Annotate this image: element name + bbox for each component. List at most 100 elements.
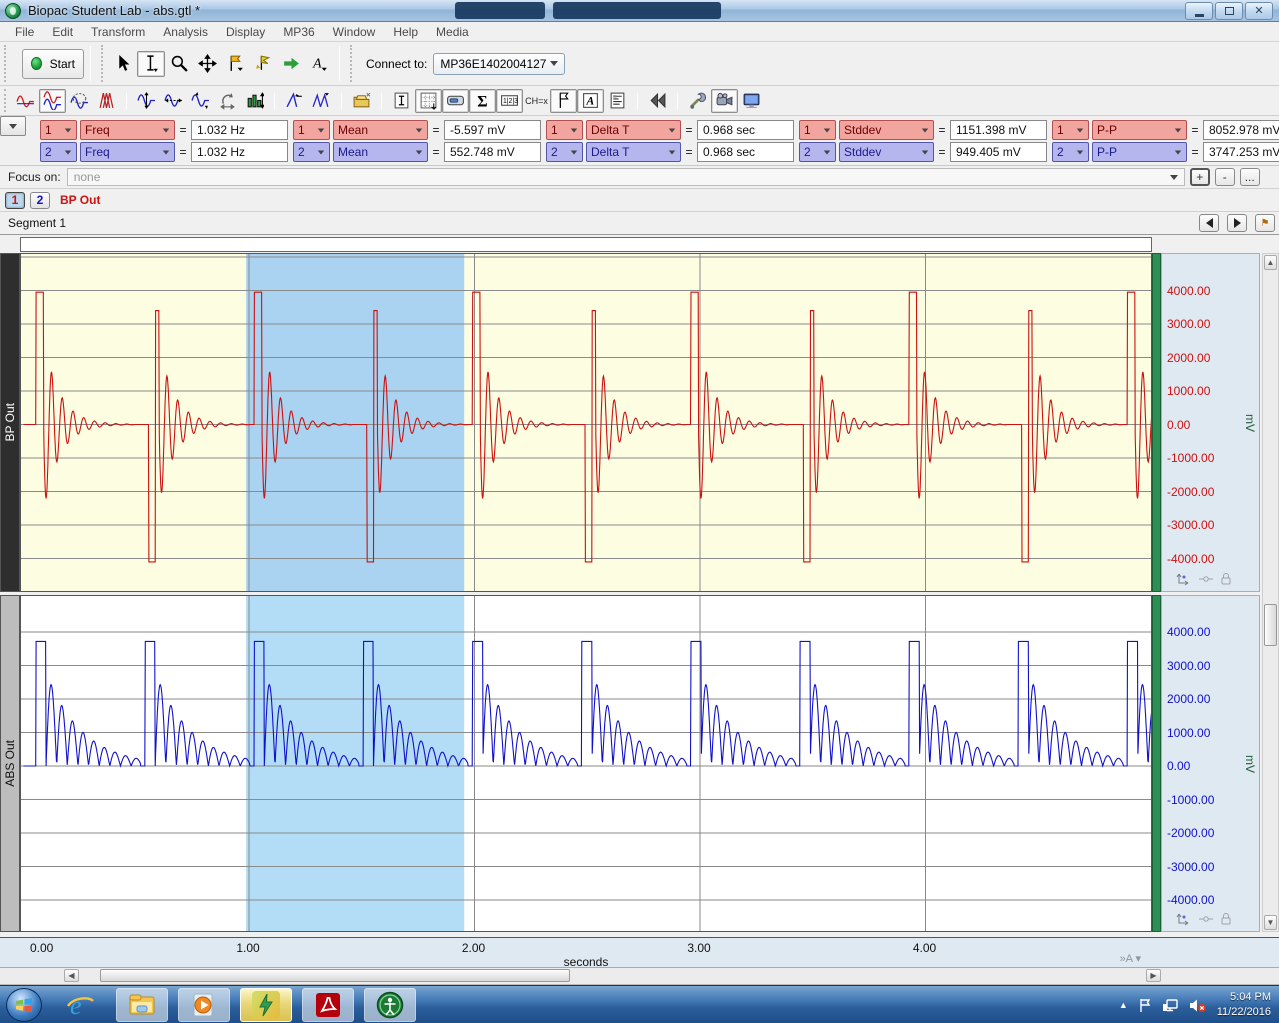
taskbar-adobe-reader[interactable] [302,988,354,1022]
channel-strip-abs-out[interactable]: ABS Out [0,595,20,932]
marker-flag-tool-icon[interactable] [221,51,249,77]
taskbar-windows-explorer[interactable] [116,988,168,1022]
measurement-function-select[interactable]: Mean [333,120,428,140]
scale-lock-icons[interactable] [1175,572,1233,589]
taskbar-internet-explorer[interactable]: e [54,988,106,1022]
measurement-channel-select[interactable]: 2 [1052,142,1089,162]
zoom-previous-wave-icon[interactable] [187,89,214,113]
waveform-plot-bp-out[interactable] [20,253,1152,592]
channel-equals-icon[interactable]: CH=x [523,89,550,113]
menu-item-help[interactable]: Help [384,23,427,41]
measurement-function-select[interactable]: Delta T [586,120,681,140]
zoom-in-button[interactable]: + [1189,168,1210,186]
measurement-rows-dropdown[interactable] [0,116,26,136]
measurement-function-select[interactable]: Stddev [839,142,934,162]
maximize-button[interactable] [1215,2,1243,20]
menu-item-edit[interactable]: Edit [43,23,82,41]
menu-item-display[interactable]: Display [217,23,274,41]
bars-autoscale-icon[interactable] [241,89,268,113]
cursor-tool-icon[interactable] [109,51,137,77]
zoom-out-button[interactable]: - [1214,168,1235,186]
vertical-scale-abs-out[interactable]: 4000.00 3000.00 2000.00 1000.00 0.00 -1000.00… [1161,595,1260,932]
measurement-channel-select[interactable]: 2 [293,142,330,162]
autoscale-horizontal-icon[interactable] [160,89,187,113]
autoscale-vertical-icon[interactable] [133,89,160,113]
action-center-flag-icon[interactable] [1138,998,1152,1013]
horizontal-scroll-thumb[interactable] [100,969,570,982]
start-orb[interactable] [6,988,42,1022]
title-bar[interactable]: Biopac Student Lab - abs.gtl * ✕ [0,0,1279,22]
measurement-channel-select[interactable]: 1 [293,120,330,140]
menu-item-media[interactable]: Media [427,23,478,41]
channel-2-button[interactable]: 2 [30,191,50,209]
scroll-right-button[interactable]: ▶ [1146,969,1161,982]
menu-item-window[interactable]: Window [324,23,385,41]
toolbar-grip[interactable] [4,89,8,112]
ibeam-select-tool-icon[interactable] [137,50,165,77]
waveform-single-icon[interactable] [12,89,39,113]
measurement-channel-select[interactable]: 1 [40,120,77,140]
measurement-function-select[interactable]: Delta T [586,142,681,162]
rotate-segment-icon[interactable] [214,89,241,113]
scroll-up-button[interactable]: ▲ [1264,255,1277,270]
zoom-tool-icon[interactable] [165,51,193,77]
selected-region[interactable] [246,254,465,591]
measurement-channel-select[interactable]: 2 [546,142,583,162]
measurement-channel-select[interactable]: 1 [799,120,836,140]
waveform-stacked-icon[interactable] [39,88,66,113]
annotation-box-icon[interactable]: A [577,88,604,113]
next-arrow-tool-icon[interactable] [277,51,305,77]
vertical-scroll-thumb[interactable] [1264,604,1277,646]
scroll-down-button[interactable]: ▼ [1264,915,1277,930]
system-clock[interactable]: 5:04 PM 11/22/2016 [1217,990,1271,1020]
measurement-channel-select[interactable]: 2 [799,142,836,162]
scroll-left-button[interactable]: ◀ [64,969,79,982]
network-icon[interactable] [1162,998,1179,1013]
close-button[interactable]: ✕ [1245,2,1273,20]
vertical-scale-bp-out[interactable]: 4000.00 3000.00 2000.00 1000.00 0.00 -1000.00… [1161,253,1260,592]
tools-wrench-icon[interactable] [684,89,711,113]
monitor-display-icon[interactable] [738,89,765,113]
toolbar-grip[interactable] [101,45,105,82]
event-flag-tool-icon[interactable] [249,51,277,77]
selected-region[interactable] [246,596,465,931]
annotation-text-tool-icon[interactable]: A [305,51,333,77]
focus-input[interactable]: none [66,168,1185,186]
vertical-scrollbar[interactable]: ▲ ▼ [1262,253,1279,932]
channel-strip-bp-out[interactable]: BP Out [0,253,20,592]
measurement-function-select[interactable]: Freq [80,120,175,140]
pan-tool-icon[interactable] [193,51,221,77]
toolbar-grip[interactable] [4,45,8,82]
next-segment-button[interactable] [1227,214,1247,232]
menu-item-mp36[interactable]: MP36 [274,23,323,41]
measurement-channel-select[interactable]: 2 [40,142,77,162]
ibeam-cursor-box-icon[interactable] [388,89,415,113]
segment-options-button[interactable]: ⚑ [1255,214,1275,232]
taskbar-biopac-hardware[interactable] [364,988,416,1022]
measurement-function-select[interactable]: P-P [1092,142,1187,162]
toolbar-grip[interactable] [350,45,354,82]
waveform-compare-red-icon[interactable] [93,89,120,113]
device-dropdown[interactable]: MP36E1402004127 [433,52,566,75]
find-peak-icon[interactable] [281,89,308,113]
marker-strip[interactable] [20,237,1152,252]
menu-item-analysis[interactable]: Analysis [154,23,217,41]
scale-lock-icons[interactable] [1175,912,1233,929]
channel-1-button[interactable]: 1 [5,191,25,209]
measurement-channel-select[interactable]: 1 [1052,120,1089,140]
measurement-function-select[interactable]: Mean [333,142,428,162]
menu-item-transform[interactable]: Transform [82,23,154,41]
more-options-button[interactable]: ... [1239,168,1260,186]
tray-expand-icon[interactable]: ▲ [1119,1000,1128,1010]
sigma-statistics-icon[interactable]: Σ [469,88,496,113]
video-camera-icon[interactable] [711,88,738,113]
axis-corner-icons[interactable]: »A ▾ [1120,952,1141,965]
start-button[interactable]: Start [22,48,84,79]
waveform-plot-abs-out[interactable] [20,595,1152,932]
measurement-function-select[interactable]: Freq [80,142,175,162]
volume-muted-icon[interactable] [1189,998,1207,1013]
taskbar-media-player[interactable] [178,988,230,1022]
taskbar-bsl-active[interactable] [240,988,292,1022]
journal-icon[interactable] [604,89,631,113]
marker-region-icon[interactable] [550,88,577,113]
